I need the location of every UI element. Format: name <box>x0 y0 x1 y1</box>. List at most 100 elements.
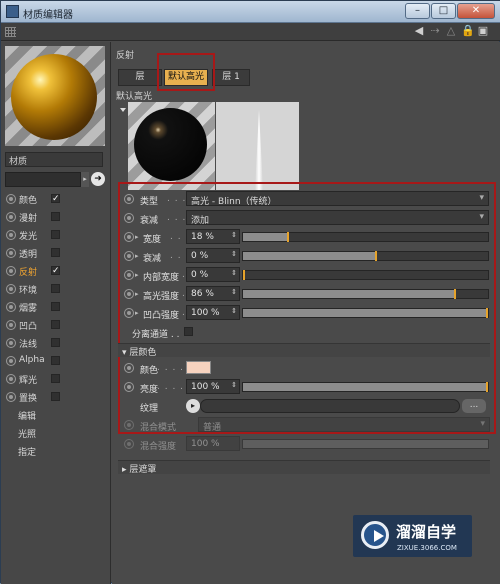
tab-layer-1[interactable]: 层 1 <box>212 69 250 86</box>
bump-strength-radio[interactable] <box>124 308 134 318</box>
spinner-icon[interactable]: ⇕ <box>231 269 237 277</box>
blend-mode-dropdown[interactable]: 普通 ▾ <box>198 417 490 433</box>
channel-radio[interactable] <box>6 266 16 276</box>
layer-color-header[interactable]: ▾ 层颜色 <box>118 343 490 358</box>
maximize-button[interactable]: □ <box>431 3 456 19</box>
layer-mask-header[interactable]: ▸ 层遮罩 <box>118 460 490 475</box>
blend-strength-input[interactable]: 100 % <box>186 436 240 451</box>
channel-item[interactable]: 法线 <box>5 334 109 352</box>
channel-radio[interactable] <box>6 320 16 330</box>
channel-checkbox[interactable] <box>51 338 60 347</box>
channel-item[interactable]: 反射 ✓ <box>5 262 109 280</box>
texture-field[interactable] <box>200 399 460 413</box>
back-arrow-icon[interactable]: ◀ <box>413 25 425 37</box>
extra-item[interactable]: 编辑 <box>5 406 109 424</box>
channel-item[interactable]: 凹凸 <box>5 316 109 334</box>
material-arrow-icon[interactable]: ▸ <box>81 172 89 187</box>
falloff-slider[interactable] <box>242 251 489 261</box>
spinner-icon[interactable]: ⇕ <box>231 381 237 389</box>
blend-strength-slider[interactable] <box>242 439 489 449</box>
channel-checkbox[interactable] <box>51 284 60 293</box>
tab-layers[interactable]: 层 <box>118 69 162 86</box>
channel-checkbox[interactable]: ✓ <box>51 266 60 276</box>
attenuation-mode-radio[interactable] <box>124 213 134 223</box>
lock-icon[interactable]: 🔒 <box>461 25 475 37</box>
channel-item[interactable]: 辉光 <box>5 370 109 388</box>
close-button[interactable]: ✕ <box>457 3 495 19</box>
texture-arrow-icon[interactable]: ▸ <box>186 399 200 413</box>
new-window-icon[interactable]: ▣ <box>477 25 489 37</box>
channel-radio[interactable] <box>6 338 16 348</box>
width-slider[interactable] <box>242 232 489 242</box>
channel-item[interactable]: 透明 <box>5 244 109 262</box>
attenuation-mode-dropdown[interactable]: 添加 ▾ <box>186 210 489 226</box>
expand-arrow-icon[interactable]: ▸ <box>135 233 139 241</box>
brightness-input[interactable]: 100 % ⇕ <box>186 379 240 394</box>
inner-width-slider[interactable] <box>242 270 489 280</box>
channel-item[interactable]: 环境 <box>5 280 109 298</box>
channel-checkbox[interactable] <box>51 230 60 239</box>
falloff-radio[interactable] <box>124 251 134 261</box>
minimize-button[interactable]: – <box>405 3 430 19</box>
channel-radio[interactable] <box>6 212 16 222</box>
type-dropdown[interactable]: 高光 - Blinn（传统） ▾ <box>186 191 489 207</box>
expand-arrow-icon[interactable]: ▸ <box>135 290 139 298</box>
channel-radio[interactable] <box>6 374 16 384</box>
blend-mode-radio[interactable] <box>124 420 134 430</box>
spinner-icon[interactable]: ⇕ <box>231 288 237 296</box>
spinner-icon[interactable]: ⇕ <box>231 307 237 315</box>
width-radio[interactable] <box>124 232 134 242</box>
width-input[interactable]: 18 % ⇕ <box>186 229 240 244</box>
brightness-slider[interactable] <box>242 382 489 392</box>
spinner-icon[interactable]: ⇕ <box>231 250 237 258</box>
bump-strength-input[interactable]: 100 % ⇕ <box>186 305 240 320</box>
channel-checkbox[interactable] <box>51 212 60 221</box>
picker-icon[interactable]: ➜ <box>91 172 105 186</box>
expand-arrow-icon[interactable]: ▸ <box>135 309 139 317</box>
specular-strength-input[interactable]: 86 % ⇕ <box>186 286 240 301</box>
specular-strength-radio[interactable] <box>124 289 134 299</box>
expand-arrow-icon[interactable]: ▸ <box>135 271 139 279</box>
material-name-field[interactable] <box>5 172 81 187</box>
channel-radio[interactable] <box>6 302 16 312</box>
channel-checkbox[interactable] <box>51 320 60 329</box>
channel-radio[interactable] <box>6 356 16 366</box>
channel-item[interactable]: 漫射 <box>5 208 109 226</box>
channel-checkbox[interactable] <box>51 302 60 311</box>
channel-radio[interactable] <box>6 248 16 258</box>
falloff-input[interactable]: 0 % ⇕ <box>186 248 240 263</box>
channel-radio[interactable] <box>6 392 16 402</box>
texture-more-button[interactable]: ... <box>462 399 486 413</box>
grid-icon[interactable] <box>5 27 16 37</box>
channel-checkbox[interactable] <box>51 392 60 401</box>
type-radio[interactable] <box>124 194 134 204</box>
specular-strength-slider[interactable] <box>242 289 489 299</box>
channel-checkbox[interactable] <box>51 374 60 383</box>
channel-radio[interactable] <box>6 194 16 204</box>
channel-item[interactable]: 置换 <box>5 388 109 406</box>
brightness-radio[interactable] <box>124 382 134 392</box>
inner-width-input[interactable]: 0 % ⇕ <box>186 267 240 282</box>
channel-radio[interactable] <box>6 230 16 240</box>
channel-checkbox[interactable] <box>51 356 60 365</box>
channel-item[interactable]: 颜色 ✓ <box>5 190 109 208</box>
color-swatch[interactable] <box>186 361 211 374</box>
channel-checkbox[interactable]: ✓ <box>51 194 60 204</box>
blend-strength-radio[interactable] <box>124 439 134 449</box>
up-arrow-icon[interactable]: △ <box>445 25 457 37</box>
material-preview[interactable] <box>5 46 105 146</box>
extra-item[interactable]: 指定 <box>5 442 109 460</box>
color-radio[interactable] <box>124 363 134 373</box>
channel-checkbox[interactable] <box>51 248 60 257</box>
inner-width-radio[interactable] <box>124 270 134 280</box>
collapse-triangle-icon[interactable] <box>120 108 126 112</box>
extra-item[interactable]: 光照 <box>5 424 109 442</box>
expand-arrow-icon[interactable]: ▸ <box>135 252 139 260</box>
separate-pass-checkbox[interactable] <box>184 327 193 336</box>
forward-arrow-icon[interactable]: ⇢ <box>429 25 441 37</box>
channel-radio[interactable] <box>6 284 16 294</box>
bump-strength-slider[interactable] <box>242 308 489 318</box>
channel-item[interactable]: Alpha <box>5 352 109 370</box>
channel-item[interactable]: 烟雾 <box>5 298 109 316</box>
spinner-icon[interactable]: ⇕ <box>231 231 237 239</box>
